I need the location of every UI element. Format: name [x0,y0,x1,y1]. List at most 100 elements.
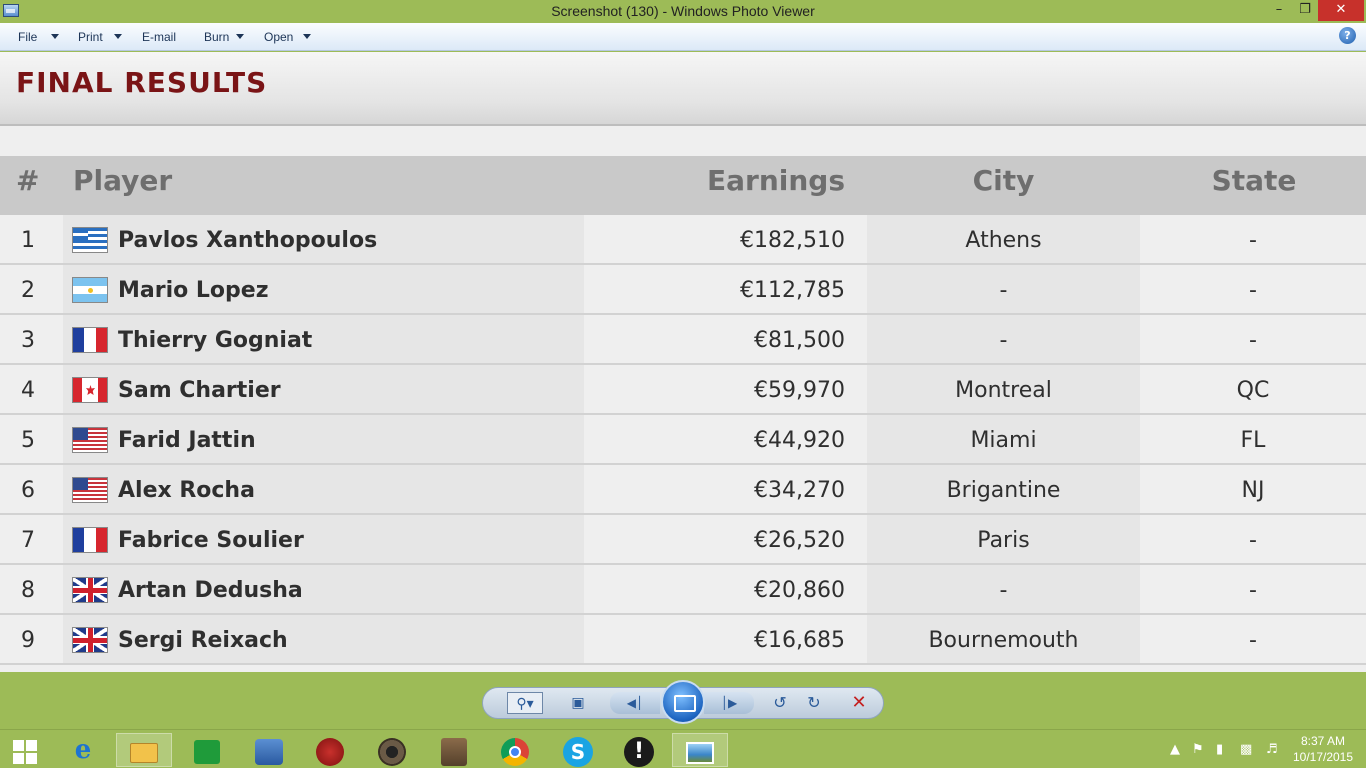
earnings-value: €182,510 [740,228,845,253]
slideshow-icon[interactable] [661,680,705,724]
network-icon[interactable]: ▩ [1240,742,1252,757]
table-row: 2 Mario Lopez €112,785 - - [0,265,1366,315]
city-value: Brigantine [946,478,1061,503]
argentina-flag-icon [72,277,108,303]
city-value: Montreal [955,378,1052,403]
maximize-button[interactable]: ❐ [1292,0,1318,21]
city-value: - [999,328,1008,353]
volume-icon[interactable]: ♬ [1266,742,1278,757]
city-value: - [999,278,1008,303]
store-button[interactable] [179,733,235,767]
rotate-left-icon[interactable]: ↺ [768,692,792,714]
france-flag-icon [72,327,108,353]
state-value: QC [1236,378,1270,403]
battery-icon[interactable]: ▮ [1216,742,1223,757]
clock-time: 8:37 AM [1300,734,1346,748]
state-value: - [1249,228,1257,253]
action-center-flag-icon[interactable]: ⚑ [1192,742,1204,757]
column-player: Player [73,164,173,197]
rank-value: 1 [21,228,35,253]
photo-viewer-icon [686,741,714,764]
france-flag-icon [72,527,108,553]
rank-value: 7 [21,528,35,553]
exclamation-icon: ! [624,736,654,767]
table-row: 6 Alex Rocha €34,270 Brigantine NJ [0,465,1366,515]
clock-date: 10/17/2015 [1292,750,1354,764]
earnings-value: €44,920 [754,428,845,453]
city-value: Athens [965,228,1042,253]
rank-value: 2 [21,278,35,303]
minimize-button[interactable]: – [1266,0,1292,21]
delete-icon[interactable]: ✕ [846,692,872,714]
settings-button[interactable] [241,733,297,767]
usa-flag-icon [72,477,108,503]
document-app-button[interactable] [426,733,482,767]
actual-size-icon[interactable]: ▣ [566,692,590,714]
state-value: - [1249,278,1257,303]
alert-app-button[interactable]: ! [611,733,667,767]
start-button[interactable] [0,733,50,767]
open-menu-chevron-down-icon[interactable] [303,34,311,39]
skype-icon: S [563,736,593,767]
show-hidden-icons-icon[interactable]: ▲ [1170,742,1180,757]
skype-button[interactable]: S [550,733,606,767]
rank-value: 3 [21,328,35,353]
player-name: Pavlos Xanthopoulos [118,228,378,253]
power-app-button[interactable] [302,733,358,767]
uk-flag-icon [72,577,108,603]
earnings-value: €112,785 [740,278,845,303]
file-menu[interactable]: File [18,30,37,44]
speaker-icon [378,737,406,766]
table-header: # Player Earnings City State [0,156,1366,215]
image-viewport: FINAL RESULTS # Player Earnings City Sta… [0,52,1366,672]
close-button[interactable]: ✕ [1318,0,1364,21]
earnings-value: €20,860 [754,578,845,603]
gear-icon [255,738,283,765]
uk-flag-icon [72,627,108,653]
player-name: Artan Dedusha [118,578,303,603]
chrome-button[interactable] [487,733,543,767]
burn-menu-chevron-down-icon[interactable] [236,34,244,39]
table-row: 8 Artan Dedusha €20,860 - - [0,565,1366,615]
city-value: Paris [977,528,1030,553]
state-value: NJ [1241,478,1265,503]
player-name: Alex Rocha [118,478,255,503]
help-icon[interactable]: ? [1339,27,1356,44]
rotate-right-icon[interactable]: ↻ [802,692,826,714]
print-menu[interactable]: Print [78,30,103,44]
windows-logo-icon [13,739,37,764]
player-name: Sergi Reixach [118,628,288,653]
player-name: Farid Jattin [118,428,256,453]
state-value: - [1249,628,1257,653]
player-name: Sam Chartier [118,378,281,403]
clock[interactable]: 8:37 AM 10/17/2015 [1284,733,1362,765]
earnings-value: €34,270 [754,478,845,503]
rank-value: 5 [21,428,35,453]
internet-explorer-icon[interactable]: e [55,733,111,767]
column-rank: # [16,164,40,197]
open-menu[interactable]: Open [264,30,293,44]
print-menu-chevron-down-icon[interactable] [114,34,122,39]
earnings-value: €16,685 [754,628,845,653]
email-menu[interactable]: E-mail [142,30,176,44]
column-city: City [972,164,1035,197]
results-header: FINAL RESULTS [0,52,1366,126]
table-row: 1 Pavlos Xanthopoulos €182,510 Athens - [0,215,1366,265]
previous-icon[interactable]: ◀│ [610,692,660,714]
burn-menu[interactable]: Burn [204,30,229,44]
zoom-icon[interactable]: ⚲▾ [507,692,543,714]
file-menu-chevron-down-icon[interactable] [51,34,59,39]
state-value: - [1249,528,1257,553]
table-row: 7 Fabrice Soulier €26,520 Paris - [0,515,1366,565]
city-value: Miami [970,428,1037,453]
table-row: 4 Sam Chartier €59,970 Montreal QC [0,365,1366,415]
next-icon[interactable]: │▶ [704,692,754,714]
table-row: 5 Farid Jattin €44,920 Miami FL [0,415,1366,465]
table-row: 3 Thierry Gogniat €81,500 - - [0,315,1366,365]
audio-app-button[interactable] [364,733,420,767]
taskbar: e S ! ▲ ⚑ ▮ ▩ ♬ 8:37 AM 10/17/2015 [0,729,1366,768]
file-explorer-button[interactable] [116,733,172,767]
store-icon [194,739,220,764]
photo-viewer-taskbar-button[interactable] [672,733,728,767]
rank-value: 8 [21,578,35,603]
